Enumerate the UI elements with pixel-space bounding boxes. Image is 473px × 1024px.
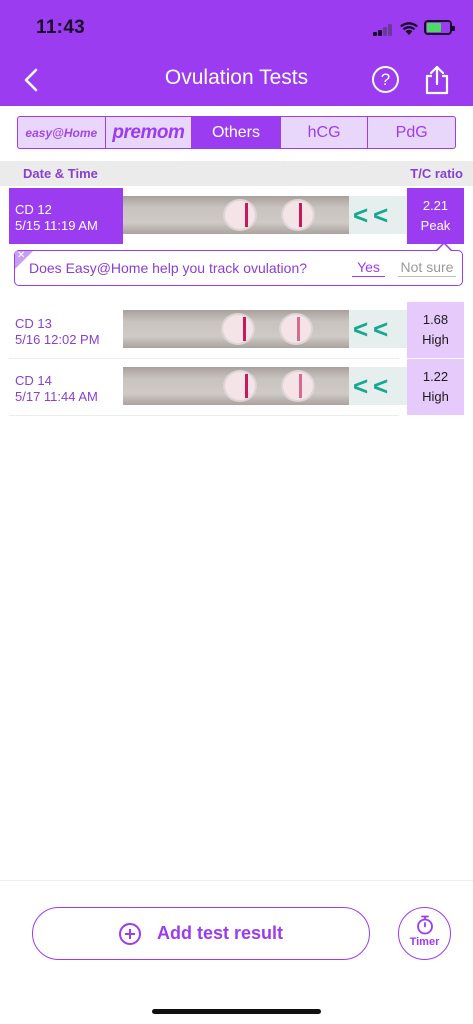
stopwatch-icon [417, 915, 433, 935]
app-header: 11:43 Ovulation Tests ? [0, 0, 473, 106]
lh-level-badge: High [422, 332, 449, 347]
test-strip-image: < < [123, 310, 407, 348]
bottom-divider [0, 880, 473, 881]
tab-hcg[interactable]: hCG [281, 117, 369, 148]
survey-pointer [436, 242, 452, 251]
row-date-cell: CD 13 5/16 12:02 PM [9, 302, 123, 358]
brand-tabs: easy@Home premom Others hCG PdG [17, 116, 456, 149]
test-row[interactable]: CD 13 5/16 12:02 PM < < 1.68 High [9, 302, 464, 358]
row-date-cell: CD 12 5/15 11:19 AM [9, 188, 123, 244]
tab-premom[interactable]: premom [106, 117, 193, 148]
status-bar: 11:43 [0, 0, 473, 56]
tab-pdg-label: PdG [395, 123, 428, 141]
test-strip-image: < < [123, 367, 407, 405]
row-date-cell: CD 14 5/17 11:44 AM [9, 359, 123, 415]
easy-home-logo: easy@Home [25, 125, 98, 140]
test-strip-image: < < [123, 196, 407, 234]
row-divider [9, 415, 399, 416]
ratio-cell: 1.22 High [407, 359, 464, 415]
close-icon: ✕ [17, 250, 26, 261]
tab-easy-home[interactable]: easy@Home [18, 117, 106, 148]
cycle-day: CD 13 [15, 316, 52, 331]
test-datetime: 5/15 11:19 AM [15, 218, 98, 233]
share-icon [425, 65, 449, 95]
tc-ratio-value: 2.21 [422, 198, 449, 213]
test-datetime: 5/16 12:02 PM [15, 332, 100, 347]
tab-hcg-label: hCG [307, 123, 341, 141]
test-row[interactable]: CD 14 5/17 11:44 AM < < 1.22 High [9, 359, 464, 415]
survey-not-sure-button[interactable]: Not sure [398, 259, 456, 277]
premom-logo: premom [112, 121, 185, 143]
test-row[interactable]: CD 12 5/15 11:19 AM < < 2.21 Peak [9, 188, 464, 244]
status-time: 11:43 [36, 17, 86, 38]
lh-level-badge: Peak [420, 218, 451, 233]
tab-others[interactable]: Others [192, 117, 281, 148]
help-button[interactable]: ? [372, 66, 399, 93]
survey-yes-button[interactable]: Yes [352, 259, 385, 277]
column-header-date: Date & Time [23, 166, 98, 181]
tc-ratio-value: 1.22 [422, 369, 449, 384]
table-header: Date & Time T/C ratio [0, 161, 473, 186]
home-indicator[interactable] [152, 1009, 321, 1014]
tab-others-label: Others [211, 123, 260, 141]
column-header-ratio: T/C ratio [410, 166, 463, 181]
add-test-result-label: Add test result [156, 923, 284, 943]
timer-button[interactable]: Timer [398, 907, 451, 960]
back-button[interactable] [16, 64, 46, 96]
timer-label: Timer [409, 936, 440, 948]
cycle-day: CD 12 [15, 202, 52, 217]
page-title: Ovulation Tests [164, 66, 309, 89]
wifi-icon [400, 22, 418, 35]
lh-level-badge: High [422, 389, 449, 404]
survey-question: Does Easy@Home help you track ovulation? [29, 260, 308, 276]
add-test-result-button[interactable]: Add test result [32, 907, 370, 960]
ratio-cell: 1.68 High [407, 302, 464, 358]
cellular-signal-icon [373, 24, 393, 36]
survey-prompt: ✕ Does Easy@Home help you track ovulatio… [14, 242, 463, 286]
chevron-left-icon [24, 68, 38, 92]
plus-circle-icon [118, 922, 141, 945]
cycle-day: CD 14 [15, 373, 52, 388]
battery-icon [424, 20, 455, 35]
ratio-cell: 2.21 Peak [407, 188, 464, 244]
tab-pdg[interactable]: PdG [368, 117, 455, 148]
test-datetime: 5/17 11:44 AM [15, 389, 98, 404]
share-button[interactable] [422, 64, 452, 96]
tc-ratio-value: 1.68 [422, 312, 449, 327]
question-mark-icon: ? [380, 69, 391, 89]
